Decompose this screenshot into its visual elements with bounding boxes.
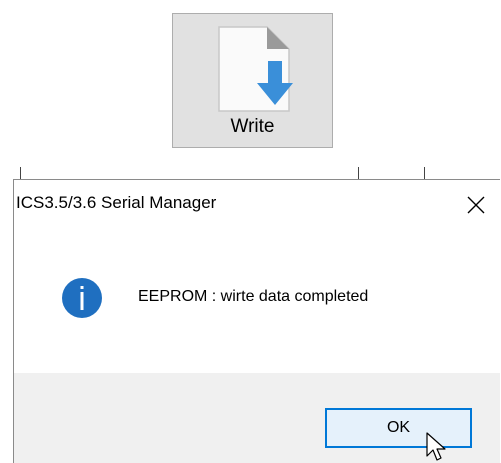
dialog-title: ICS3.5/3.6 Serial Manager [16, 193, 217, 212]
dialog-message: EEPROM : wirte data completed [138, 288, 369, 305]
information-icon [62, 278, 102, 318]
dialog-content: EEPROM : wirte data completed [14, 228, 500, 373]
dialog-title-bar[interactable]: ICS3.5/3.6 Serial Manager [14, 180, 500, 228]
background-window-strip [20, 167, 490, 179]
close-button[interactable] [454, 185, 498, 225]
message-dialog: ICS3.5/3.6 Serial Manager EEPROM : wirte… [13, 179, 500, 463]
write-button-label: Write [230, 116, 275, 137]
ok-button[interactable]: OK [325, 408, 472, 448]
write-button[interactable]: Write [172, 13, 333, 148]
close-icon [467, 196, 485, 214]
document-download-icon [218, 26, 293, 112]
mouse-cursor-icon [426, 432, 446, 461]
